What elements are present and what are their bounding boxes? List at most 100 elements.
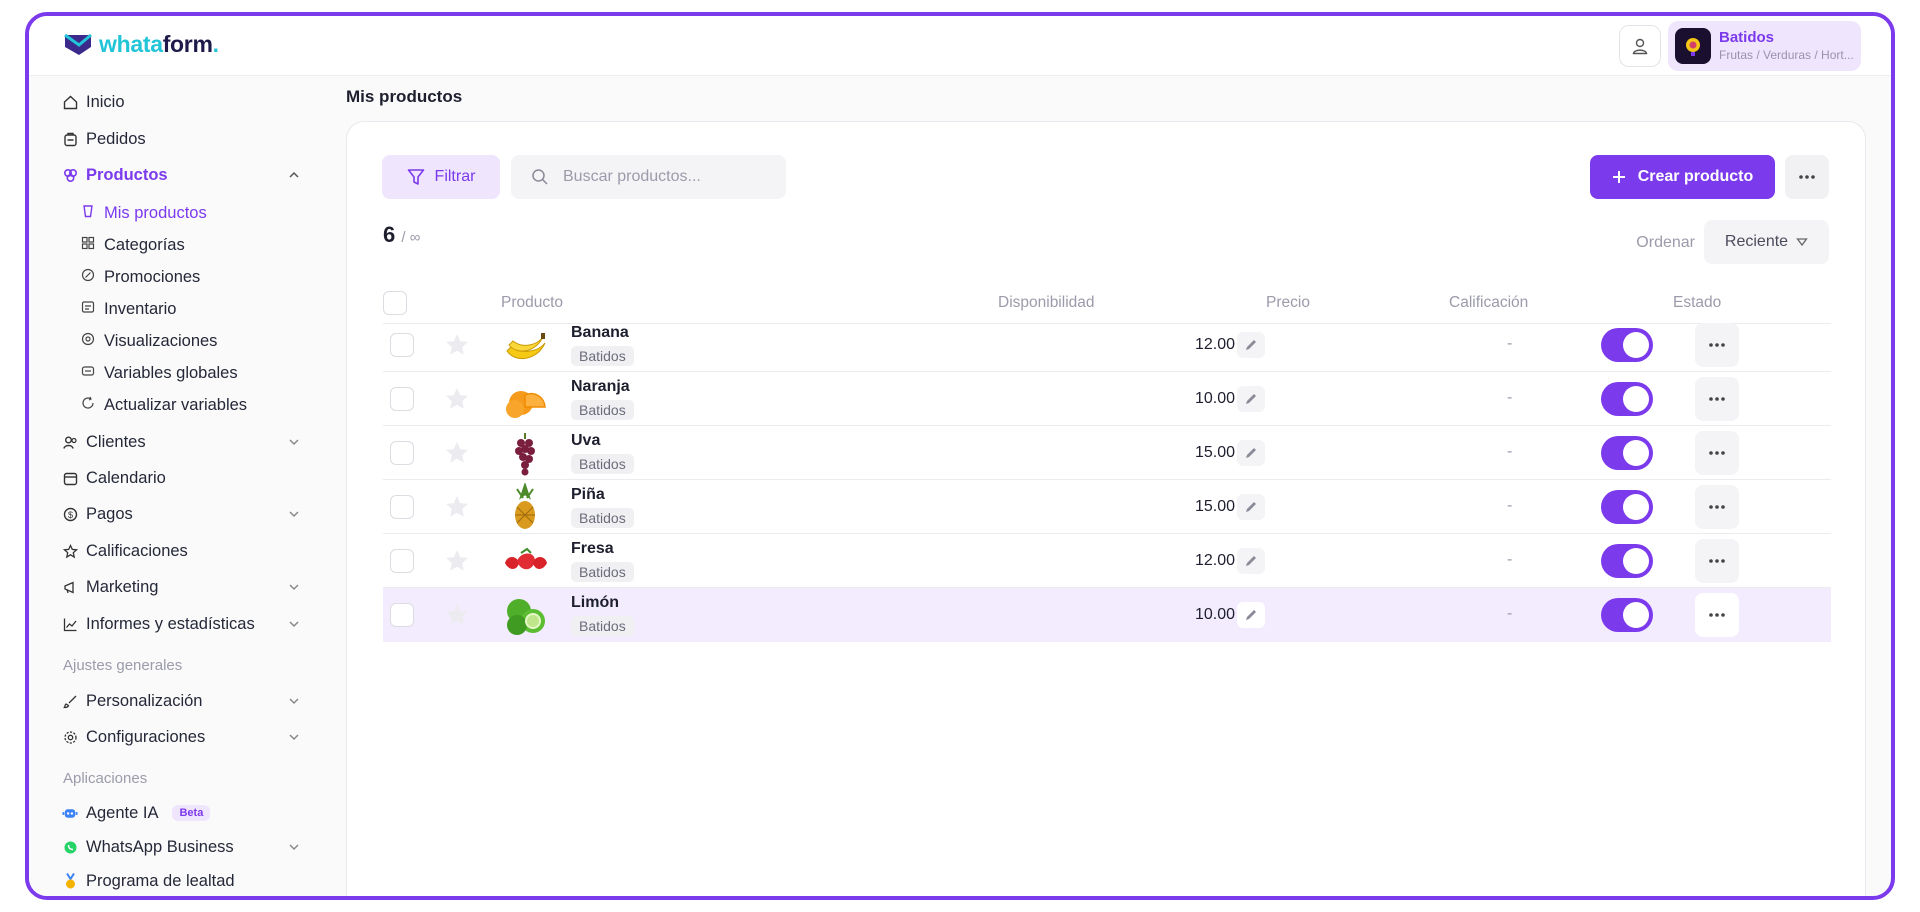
edit-price-button[interactable] <box>1237 386 1265 412</box>
create-product-button[interactable]: Crear producto <box>1590 155 1775 199</box>
product-name[interactable]: Uva <box>571 432 600 450</box>
sidebar-item-clientes[interactable]: Clientes <box>62 428 307 456</box>
sort-dropdown[interactable]: Reciente <box>1704 220 1829 264</box>
row-options-button[interactable] <box>1695 593 1739 637</box>
product-name[interactable]: Banana <box>571 324 629 342</box>
select-all-checkbox[interactable] <box>383 291 407 315</box>
edit-price-button[interactable] <box>1237 440 1265 466</box>
table-row[interactable]: Piña Batidos 15.00 - <box>383 480 1831 534</box>
row-options-button[interactable] <box>1695 431 1739 475</box>
sidebar-item-agente-ia[interactable]: Agente IA Beta <box>62 799 307 827</box>
edit-price-button[interactable] <box>1237 602 1265 628</box>
row-checkbox[interactable] <box>390 441 414 465</box>
sidebar-item-label: Calendario <box>86 468 166 487</box>
column-header-rating: Calificación <box>1449 294 1529 311</box>
row-options-button[interactable] <box>1695 485 1739 529</box>
status-toggle[interactable] <box>1601 490 1653 524</box>
column-header-product: Producto <box>501 294 564 311</box>
star-icon[interactable] <box>443 385 471 413</box>
user-account-button[interactable] <box>1619 25 1661 67</box>
row-checkbox[interactable] <box>390 333 414 357</box>
sidebar-item-pedidos[interactable]: Pedidos <box>62 125 307 153</box>
table-row[interactable]: Limón Batidos 10.00 - <box>383 588 1831 642</box>
sidebar-item-informes[interactable]: Informes y estadísticas <box>62 610 307 638</box>
chevron-down-icon <box>289 584 299 591</box>
top-bar: whataform. Batidos Frutas / Verduras / H… <box>29 16 1891 76</box>
status-toggle[interactable] <box>1601 544 1653 578</box>
sidebar-subitem-label: Visualizaciones <box>104 331 218 350</box>
sidebar-item-label: Productos <box>86 165 168 184</box>
product-name[interactable]: Limón <box>571 594 619 612</box>
row-options-button[interactable] <box>1695 377 1739 421</box>
brand-logo[interactable]: whataform. <box>63 31 219 58</box>
row-options-button[interactable] <box>1695 323 1739 367</box>
search-icon <box>532 169 548 185</box>
sidebar-item-personalizacion[interactable]: Personalización <box>62 687 307 715</box>
pencil-icon <box>1246 556 1256 566</box>
pencil-icon <box>1246 502 1256 512</box>
product-name[interactable]: Fresa <box>571 540 614 558</box>
product-rating: - <box>1507 335 1513 352</box>
megaphone-icon <box>62 579 78 595</box>
table-row[interactable]: Fresa Batidos 12.00 - <box>383 534 1831 588</box>
sidebar-subitem-variables-globales[interactable]: Variables globales <box>81 360 311 386</box>
dollar-icon: $ <box>62 506 78 522</box>
sidebar-item-configuraciones[interactable]: Configuraciones <box>62 723 307 751</box>
sidebar-subitem-mis-productos[interactable]: Mis productos <box>81 200 311 226</box>
plus-icon <box>1612 171 1625 183</box>
status-toggle[interactable] <box>1601 328 1653 362</box>
search-input[interactable] <box>561 167 761 187</box>
star-icon[interactable] <box>443 547 471 575</box>
table-row[interactable]: Uva Batidos 15.00 - <box>383 426 1831 480</box>
sidebar-item-lealtad[interactable]: Programa de lealtad <box>62 867 307 895</box>
sidebar-item-label: Informes y estadísticas <box>86 614 255 633</box>
status-toggle[interactable] <box>1601 382 1653 416</box>
edit-price-button[interactable] <box>1237 494 1265 520</box>
shake-icon <box>81 204 95 223</box>
table-row[interactable]: Banana Batidos 12.00 - <box>383 318 1831 372</box>
sidebar-subitem-inventario[interactable]: Inventario <box>81 296 311 322</box>
product-name[interactable]: Naranja <box>571 378 630 396</box>
product-thumbnail <box>501 591 549 639</box>
product-thumbnail <box>501 321 549 369</box>
star-icon[interactable] <box>443 493 471 521</box>
edit-price-button[interactable] <box>1237 332 1265 358</box>
sidebar-item-calendario[interactable]: Calendario <box>62 464 307 492</box>
row-checkbox[interactable] <box>390 603 414 627</box>
sidebar-item-marketing[interactable]: Marketing <box>62 573 307 601</box>
star-icon[interactable] <box>443 331 471 359</box>
store-avatar <box>1675 28 1711 64</box>
row-checkbox[interactable] <box>390 549 414 573</box>
more-options-button[interactable] <box>1785 155 1829 199</box>
table-row[interactable]: Naranja Batidos 10.00 - <box>383 372 1831 426</box>
sidebar-subitem-visualizaciones[interactable]: Visualizaciones <box>81 328 311 354</box>
sidebar-subitem-promociones[interactable]: Promociones <box>81 264 311 290</box>
sidebar-item-pagos[interactable]: $ Pagos <box>62 500 307 528</box>
star-icon[interactable] <box>443 439 471 467</box>
row-checkbox[interactable] <box>390 495 414 519</box>
row-checkbox[interactable] <box>390 387 414 411</box>
user-icon <box>1632 38 1648 55</box>
sidebar-item-calificaciones[interactable]: Calificaciones <box>62 537 307 565</box>
product-rating: - <box>1507 389 1513 406</box>
sidebar-subitem-actualizar-variables[interactable]: Actualizar variables <box>81 392 311 418</box>
chevron-down-icon <box>289 844 299 851</box>
column-header-availability: Disponibilidad <box>998 294 1095 311</box>
sidebar-subitem-categorias[interactable]: Categorías <box>81 232 311 258</box>
search-box[interactable] <box>511 155 786 199</box>
filter-button[interactable]: Filtrar <box>382 155 500 199</box>
status-toggle[interactable] <box>1601 598 1653 632</box>
star-icon[interactable] <box>443 601 471 629</box>
product-name[interactable]: Piña <box>571 486 605 504</box>
store-switcher[interactable]: Batidos Frutas / Verduras / Hort... <box>1668 21 1861 71</box>
product-category-badge: Batidos <box>571 616 634 636</box>
status-toggle[interactable] <box>1601 436 1653 470</box>
sidebar-item-label: Marketing <box>86 577 159 596</box>
sidebar-item-label: Calificaciones <box>86 541 188 560</box>
sidebar-item-inicio[interactable]: Inicio <box>62 88 307 116</box>
sidebar-item-whatsapp[interactable]: WhatsApp Business <box>62 833 307 861</box>
sidebar-item-productos[interactable]: Productos <box>62 161 307 189</box>
edit-price-button[interactable] <box>1237 548 1265 574</box>
row-options-button[interactable] <box>1695 539 1739 583</box>
brand-name: whataform. <box>99 31 219 57</box>
